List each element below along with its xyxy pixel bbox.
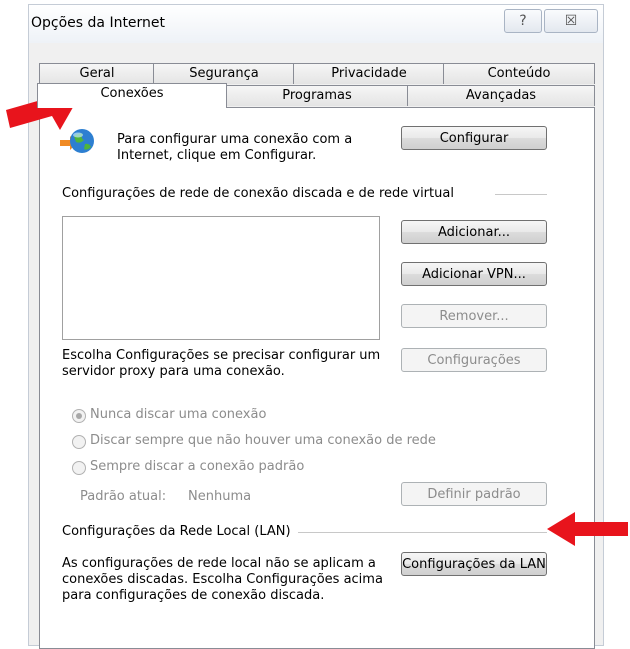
dialup-settings-button[interactable]: Configurações bbox=[401, 348, 547, 372]
configure-button[interactable]: Configurar bbox=[401, 126, 547, 150]
lan-text-line1: As configurações de rede local não se ap… bbox=[62, 556, 376, 571]
lan-text-line2: conexões discadas. Escolha Configurações… bbox=[62, 572, 383, 587]
tab-avancadas[interactable]: Avançadas bbox=[407, 85, 595, 106]
help-button[interactable]: ? bbox=[504, 9, 542, 33]
internet-options-window: Opções da Internet ? ☒ Geral Segurança P… bbox=[28, 4, 604, 649]
arrow-to-lan-button-icon bbox=[547, 512, 628, 546]
radio-always-dial-label: Sempre discar a conexão padrão bbox=[90, 459, 305, 474]
setup-text-line1: Para configurar uma conexão com a bbox=[117, 132, 353, 147]
window-title: Opções da Internet bbox=[31, 15, 166, 31]
connections-panel: Para configurar uma conexão com a Intern… bbox=[39, 107, 595, 649]
current-default-value: Nenhuma bbox=[188, 489, 252, 504]
proxy-text-line2: servidor proxy para uma conexão. bbox=[62, 364, 285, 379]
radio-never-dial[interactable] bbox=[72, 409, 86, 423]
radio-never-dial-label: Nunca discar uma conexão bbox=[90, 407, 267, 422]
set-default-button[interactable]: Definir padrão bbox=[401, 482, 547, 506]
lan-heading: Configurações da Rede Local (LAN) bbox=[62, 524, 291, 539]
remove-button[interactable]: Remover... bbox=[401, 304, 547, 328]
setup-text-line2: Internet, clique em Configurar. bbox=[117, 148, 317, 163]
lan-text-line3: para configurações de conexão discada. bbox=[62, 588, 325, 603]
lan-settings-button[interactable]: Configurações da LAN bbox=[401, 552, 547, 576]
tab-conteudo[interactable]: Conteúdo bbox=[443, 63, 595, 84]
title-bar: Opções da Internet ? ☒ bbox=[29, 5, 603, 43]
add-button[interactable]: Adicionar... bbox=[401, 220, 547, 244]
current-default-label: Padrão atual: bbox=[80, 489, 167, 504]
radio-dial-when-no-network-label: Discar sempre que não houver uma conexão… bbox=[90, 433, 436, 448]
close-button[interactable]: ☒ bbox=[544, 9, 598, 33]
connections-listbox[interactable] bbox=[62, 216, 380, 340]
lan-divider bbox=[298, 532, 547, 533]
add-vpn-button[interactable]: Adicionar VPN... bbox=[401, 262, 547, 286]
dialup-divider bbox=[495, 194, 547, 195]
tab-conexoes[interactable]: Conexões bbox=[37, 83, 227, 108]
tab-programas[interactable]: Programas bbox=[225, 85, 409, 106]
dialup-heading: Configurações de rede de conexão discada… bbox=[62, 186, 454, 201]
proxy-text-line1: Escolha Configurações se precisar config… bbox=[62, 348, 381, 363]
tab-seguranca[interactable]: Segurança bbox=[153, 63, 295, 84]
radio-always-dial[interactable] bbox=[72, 461, 86, 475]
radio-dial-when-no-network[interactable] bbox=[72, 435, 86, 449]
tab-privacidade[interactable]: Privacidade bbox=[293, 63, 445, 84]
